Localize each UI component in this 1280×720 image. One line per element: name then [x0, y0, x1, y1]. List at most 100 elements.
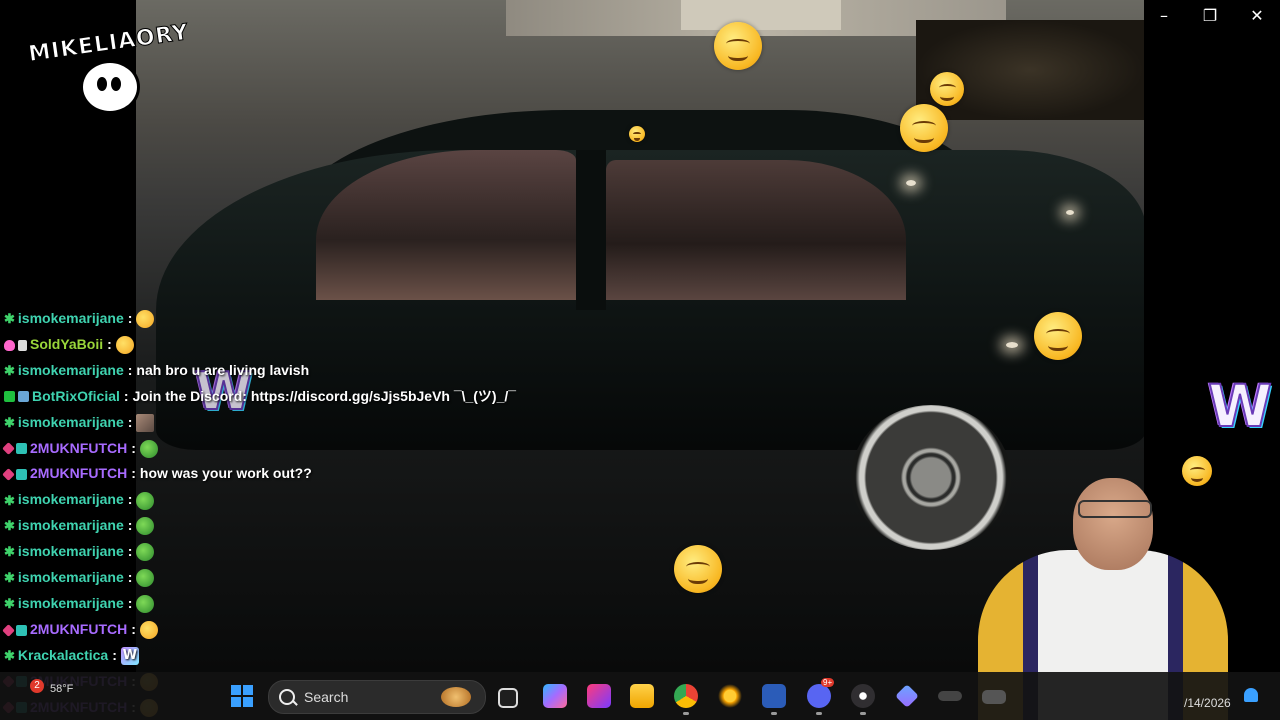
- chat-username[interactable]: 2MUKNFUTCH: [30, 440, 127, 456]
- floating-smile-emoji: [629, 126, 645, 142]
- brightness-icon[interactable]: [718, 684, 742, 708]
- pepe-emote-icon: [136, 543, 155, 562]
- pink-emote-icon: [136, 310, 155, 329]
- task-view-icon[interactable]: [498, 688, 518, 708]
- floating-smile-emoji: [900, 104, 948, 152]
- chat-separator: :: [127, 569, 133, 585]
- chat-username[interactable]: ismokemarijane: [18, 543, 124, 559]
- search-input[interactable]: Search: [268, 680, 486, 714]
- gem-badge-icon: [2, 468, 15, 482]
- channel-logo: MIKELIAORY: [26, 14, 191, 114]
- running-indicator: [816, 712, 822, 715]
- chrome-icon[interactable]: [674, 684, 698, 708]
- leaf-badge-icon: ✱: [4, 414, 15, 430]
- chat-username[interactable]: BotRixOficial: [32, 388, 120, 404]
- garage-door: [681, 0, 841, 30]
- car-reflection: [1066, 210, 1074, 215]
- tier-badge-icon: [16, 443, 27, 455]
- file-explorer-icon[interactable]: [630, 684, 654, 708]
- taskbar-date[interactable]: /14/2026: [1184, 696, 1231, 710]
- chat-message: ✱ ismokemarijane:: [4, 487, 155, 511]
- chat-username[interactable]: ismokemarijane: [18, 569, 124, 585]
- pepe-emote-icon: [136, 491, 155, 510]
- chat-message: 2MUKNFUTCH: how was your work out??: [2, 461, 312, 485]
- leaf-badge-icon: ✱: [4, 596, 15, 612]
- chat-username[interactable]: ismokemarijane: [18, 362, 124, 378]
- chat-message: ✱ ismokemarijane:: [4, 565, 155, 589]
- chat-separator: :: [127, 594, 133, 611]
- chat-message: ✱ ismokemarijane:: [4, 513, 155, 537]
- floating-smile-emoji: [674, 545, 722, 593]
- chat-username[interactable]: 2MUKNFUTCH: [30, 465, 127, 481]
- chat-message: ✱ ismokemarijane:: [4, 539, 155, 563]
- keyboard-icon[interactable]: [938, 691, 962, 701]
- pic-emote-icon: [136, 413, 155, 432]
- chat-separator: :: [127, 413, 133, 430]
- weather-alert-badge: 2: [30, 679, 44, 693]
- leaf-badge-icon: ✱: [4, 363, 15, 379]
- chat-separator: :: [127, 517, 133, 534]
- chat-username[interactable]: ismokemarijane: [18, 595, 124, 611]
- chat-username[interactable]: ismokemarijane: [18, 491, 124, 507]
- heart-badge-icon: [4, 339, 15, 351]
- chat-text: nah bro u are living lavish: [136, 361, 310, 378]
- search-highlight-icon: [441, 687, 471, 707]
- leaf-badge-icon: ✱: [4, 544, 15, 560]
- chat-separator: :: [123, 387, 129, 404]
- leaf-badge-icon: ✱: [4, 518, 15, 534]
- chat-username[interactable]: ismokemarijane: [18, 414, 124, 430]
- leaf-badge-icon: ✱: [4, 570, 15, 586]
- chat-text: how was your work out??: [139, 465, 312, 482]
- floating-smile-emoji: [930, 72, 964, 106]
- chat-username[interactable]: SoldYaBoii: [30, 336, 103, 352]
- pepe-emote-icon: [139, 439, 158, 458]
- minimize-button[interactable]: –: [1144, 4, 1184, 28]
- close-button[interactable]: ✕: [1237, 4, 1277, 28]
- car-front-window: [606, 160, 906, 300]
- gem-badge-icon: [2, 442, 15, 456]
- word-icon[interactable]: [762, 684, 786, 708]
- tier-badge-icon: [16, 469, 27, 481]
- pepe-emote-icon: [136, 595, 155, 614]
- w-emote-icon: W: [120, 646, 139, 665]
- copilot-icon[interactable]: [543, 684, 567, 708]
- chat-separator: :: [127, 361, 133, 378]
- chat-username[interactable]: ismokemarijane: [18, 517, 124, 533]
- chat-username[interactable]: Krackalactica: [18, 647, 108, 663]
- chat-separator: :: [127, 310, 133, 326]
- search-label: Search: [304, 689, 349, 705]
- floating-w-emote: W: [1207, 371, 1273, 441]
- chat-message: ✱ ismokemarijane:: [4, 410, 155, 434]
- pepe-emote-icon: [136, 517, 155, 536]
- chat-message: BotRixOficial: Join the Discord: https://…: [4, 384, 516, 408]
- car-reflection: [1006, 342, 1018, 348]
- chat-text: Join the Discord: https://discord.gg/sJj…: [132, 387, 516, 404]
- photos-icon[interactable]: [587, 684, 611, 708]
- obs-icon[interactable]: [851, 684, 875, 708]
- chat-message: ✱ ismokemarijane: nah bro u are living lav…: [4, 358, 309, 382]
- maximize-button[interactable]: ❐: [1190, 4, 1230, 28]
- chat-message: SoldYaBoii:: [4, 332, 134, 356]
- chat-username[interactable]: ismokemarijane: [18, 310, 124, 326]
- discord-icon[interactable]: 9+: [807, 678, 835, 708]
- running-indicator: [683, 712, 689, 715]
- windows-start-icon[interactable]: [230, 684, 254, 708]
- chat-message: ✱ Krackalactica: W: [4, 643, 139, 667]
- running-indicator: [860, 712, 866, 715]
- car-reflection: [906, 180, 916, 186]
- chat-separator: :: [131, 620, 136, 637]
- chat-separator: :: [112, 646, 117, 663]
- chat-separator: :: [127, 491, 133, 508]
- tier-badge-icon: [16, 624, 27, 636]
- chat-message: ✱ ismokemarijane:: [4, 591, 155, 615]
- chat-message: 2MUKNFUTCH:: [2, 617, 158, 641]
- chat-username[interactable]: 2MUKNFUTCH: [30, 621, 127, 637]
- running-indicator: [771, 712, 777, 715]
- pepe-emote-icon: [136, 569, 155, 588]
- leaf-badge-icon: ✱: [4, 311, 15, 327]
- chat-separator: :: [131, 439, 136, 456]
- cloud-icon[interactable]: [982, 690, 1006, 704]
- notification-bell-icon[interactable]: [1244, 688, 1258, 702]
- gem-badge-icon: [2, 623, 15, 637]
- weather-widget[interactable]: 2 58°F: [30, 677, 100, 717]
